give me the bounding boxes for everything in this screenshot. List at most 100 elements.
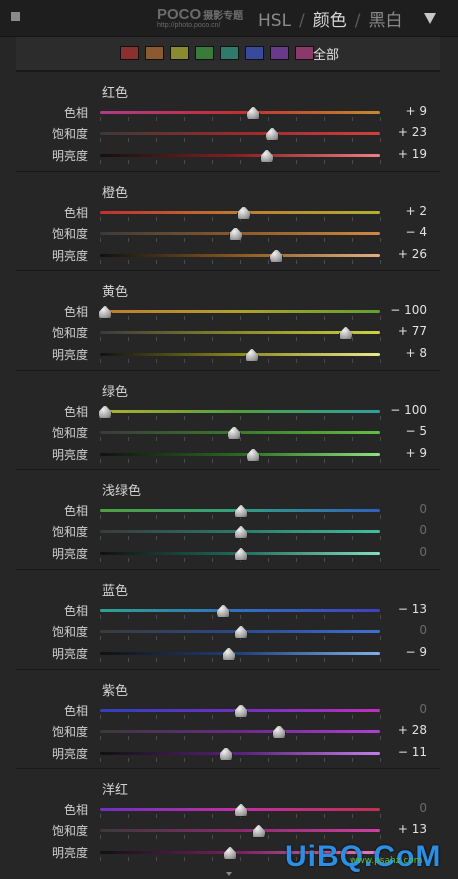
blue-saturation-value[interactable]: 0	[367, 623, 427, 637]
slider-tick	[100, 117, 101, 121]
swatch-orange[interactable]	[145, 46, 164, 60]
purple-hue-value[interactable]: 0	[367, 702, 427, 716]
yellow-luminance-slider-track[interactable]	[100, 353, 380, 357]
slider-tick	[128, 835, 129, 840]
red-hue-value[interactable]: + 9	[367, 104, 427, 118]
tab-strip: HSL / 颜色 / 黑白	[258, 6, 403, 31]
yellow-saturation-slider-track[interactable]	[100, 331, 380, 335]
red-hue-slider-track[interactable]	[100, 111, 380, 114]
section-title-green: 绿色	[102, 384, 129, 400]
orange-luminance-value[interactable]: + 26	[367, 247, 427, 261]
slider-tick	[212, 615, 213, 619]
slider-tick	[100, 857, 101, 862]
purple-luminance-value[interactable]: − 11	[367, 745, 427, 759]
section-title-aqua: 浅绿色	[102, 484, 142, 500]
purple-saturation-slider-track[interactable]	[100, 729, 380, 733]
red-saturation-slider-track[interactable]	[100, 132, 380, 135]
yellow-saturation-value[interactable]: + 77	[367, 324, 427, 338]
orange-saturation-value[interactable]: − 4	[367, 225, 427, 239]
slider-tick	[296, 160, 297, 164]
green-hue-slider-track[interactable]	[100, 409, 380, 413]
slider-tick	[296, 515, 297, 520]
yellow-hue-slider-track[interactable]	[100, 310, 380, 314]
swatch-green[interactable]	[195, 46, 214, 60]
swatch-purple[interactable]	[270, 46, 289, 60]
poco-logo: POCO 摄影专题 http://photo.poco.cn/	[157, 6, 243, 29]
slider-tick	[156, 857, 157, 862]
orange-luminance-slider-track[interactable]	[100, 253, 380, 257]
slider-tick	[268, 117, 269, 121]
slider-tick	[156, 536, 157, 541]
slider-tick	[156, 359, 157, 364]
slider-tick	[128, 316, 129, 321]
swatch-yellow[interactable]	[170, 46, 189, 60]
swatch-magenta[interactable]	[295, 46, 314, 60]
all-colors-button[interactable]: 全部	[313, 44, 339, 63]
swatch-red[interactable]	[120, 46, 139, 60]
section-yellow: 黄色 色相 − 100 饱和度 + 77 明亮度 + 8	[16, 270, 440, 371]
aqua-saturation-value[interactable]: 0	[367, 523, 427, 537]
expand-arrow-icon[interactable]	[226, 872, 232, 876]
slider-tick	[184, 316, 185, 321]
slider-ticks	[100, 757, 381, 762]
tab-hsl[interactable]: HSL	[258, 11, 291, 31]
red-luminance-value[interactable]: + 19	[367, 147, 427, 161]
saturation-label: 饱和度	[51, 525, 88, 540]
yellow-hue-value[interactable]: − 100	[367, 303, 427, 317]
purple-saturation-value[interactable]: + 28	[367, 723, 427, 737]
yellow-luminance-value[interactable]: + 8	[367, 346, 427, 360]
slider-tick	[268, 515, 269, 520]
slider-tick	[184, 337, 185, 342]
slider-tick	[296, 615, 297, 619]
red-luminance-slider-track[interactable]	[100, 154, 380, 157]
slider-tick	[268, 259, 269, 264]
slider-tick	[352, 515, 353, 520]
tab-color[interactable]: 颜色	[313, 6, 347, 31]
panel-collapse-toggle[interactable]	[11, 12, 20, 21]
slider-tick	[240, 359, 241, 364]
magenta-saturation-slider-track[interactable]	[100, 829, 380, 833]
slider-tick	[128, 658, 129, 662]
slider-tick	[296, 835, 297, 840]
slider-tick	[324, 658, 325, 662]
red-saturation-value[interactable]: + 23	[367, 125, 427, 139]
slider-tick	[156, 415, 157, 420]
slider-tick	[212, 658, 213, 662]
slider-tick	[240, 259, 241, 264]
orange-hue-value[interactable]: + 2	[367, 204, 427, 218]
slider-tick	[156, 835, 157, 840]
panel-menu-triangle-icon[interactable]	[424, 13, 436, 24]
slider-tick	[324, 117, 325, 121]
slider-tick	[212, 316, 213, 321]
blue-hue-slider-track[interactable]	[100, 609, 380, 612]
tab-bw[interactable]: 黑白	[369, 6, 403, 31]
slider-tick	[212, 138, 213, 142]
blue-luminance-value[interactable]: − 9	[367, 645, 427, 659]
magenta-hue-value[interactable]: 0	[367, 801, 427, 815]
hsl-panel: POCO 摄影专题 http://photo.poco.cn/ HSL / 颜色 / 黑白…	[0, 0, 458, 879]
green-hue-value[interactable]: − 100	[367, 403, 427, 417]
aqua-luminance-value[interactable]: 0	[367, 545, 427, 559]
slider-tick	[212, 436, 213, 441]
swatch-aqua[interactable]	[220, 46, 239, 60]
swatch-blue[interactable]	[245, 46, 264, 60]
slider-tick	[296, 316, 297, 321]
blue-hue-value[interactable]: − 13	[367, 602, 427, 616]
slider-tick	[268, 316, 269, 321]
slider-tick	[184, 658, 185, 662]
slider-tick	[212, 458, 213, 463]
slider-tick	[352, 237, 353, 242]
green-saturation-value[interactable]: − 5	[367, 424, 427, 438]
green-luminance-slider-track[interactable]	[100, 452, 380, 456]
slider-tick	[296, 359, 297, 364]
tab-separator: /	[354, 11, 361, 31]
purple-luminance-slider-track[interactable]	[100, 751, 380, 755]
slider-tick	[352, 714, 353, 719]
slider-tick	[296, 536, 297, 541]
section-green: 绿色 色相 − 100 饱和度 − 5 明亮度 + 9	[16, 369, 440, 470]
green-luminance-value[interactable]: + 9	[367, 446, 427, 460]
slider-tick	[128, 735, 129, 740]
aqua-hue-value[interactable]: 0	[367, 502, 427, 516]
magenta-saturation-value[interactable]: + 13	[367, 822, 427, 836]
blue-luminance-slider-track[interactable]	[100, 652, 380, 655]
